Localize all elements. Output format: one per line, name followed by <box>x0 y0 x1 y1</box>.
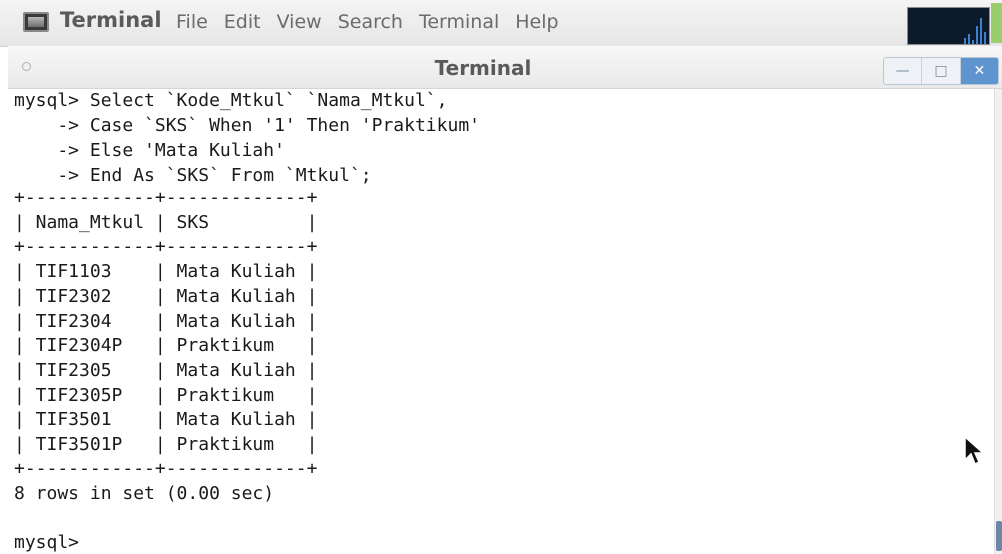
vertical-scrollbar[interactable] <box>994 89 1002 554</box>
table-header-row: | Nama_Mtkul | SKS | <box>14 212 318 233</box>
table-row: | TIF2304 | Mata Kuliah | <box>14 311 318 332</box>
scrollbar-thumb[interactable] <box>996 521 1002 551</box>
result-summary: 8 rows in set (0.00 sec) <box>14 483 275 504</box>
mouse-pointer-icon <box>964 436 985 466</box>
table-row: | TIF3501 | Mata Kuliah | <box>14 409 318 430</box>
terminal-output[interactable]: mysql> Select `Kode_Mtkul` `Nama_Mtkul`,… <box>8 89 994 554</box>
system-monitor-icon[interactable] <box>907 7 990 45</box>
table-border: +------------+-------------+ <box>14 458 318 479</box>
menu-view[interactable]: View <box>277 11 322 33</box>
table-border: +------------+-------------+ <box>14 187 318 208</box>
mysql-prompt[interactable]: mysql> <box>14 531 90 554</box>
window-titlebar[interactable]: Terminal — □ ✕ <box>8 46 1002 89</box>
terminal-line: -> Case `SKS` When '1' Then 'Praktikum' <box>14 115 480 136</box>
table-row: | TIF3501P | Praktikum | <box>14 434 318 455</box>
table-border: +------------+-------------+ <box>14 236 318 257</box>
table-row: | TIF2305P | Praktikum | <box>14 385 318 406</box>
menu-bar: Terminal File Edit View Search Terminal … <box>0 0 1002 47</box>
terminal-line: -> Else 'Mata Kuliah' <box>14 140 285 161</box>
menu-edit[interactable]: Edit <box>224 11 261 33</box>
menu-items: File Edit View Search Terminal Help <box>176 11 559 33</box>
menu-help[interactable]: Help <box>515 11 558 33</box>
menu-file[interactable]: File <box>176 11 208 33</box>
panel-edge-indicator <box>991 3 1002 43</box>
window-controls: — □ ✕ <box>883 57 999 85</box>
menu-search[interactable]: Search <box>338 11 403 33</box>
menu-terminal[interactable]: Terminal <box>419 11 499 33</box>
table-row: | TIF2304P | Praktikum | <box>14 335 318 356</box>
terminal-window: Terminal — □ ✕ mysql> Select `Kode_Mtkul… <box>8 46 1002 554</box>
app-menu-title[interactable]: Terminal <box>60 8 162 32</box>
terminal-line: mysql> Select `Kode_Mtkul` `Nama_Mtkul`, <box>14 90 448 111</box>
close-button[interactable]: ✕ <box>960 58 998 84</box>
table-row: | TIF2305 | Mata Kuliah | <box>14 360 318 381</box>
table-row: | TIF2302 | Mata Kuliah | <box>14 286 318 307</box>
maximize-button[interactable]: □ <box>922 58 961 84</box>
terminal-line: -> End As `SKS` From `Mtkul`; <box>14 165 372 186</box>
minimize-button[interactable]: — <box>884 58 923 84</box>
terminal-icon <box>23 12 49 32</box>
table-row: | TIF1103 | Mata Kuliah | <box>14 261 318 282</box>
window-title: Terminal <box>434 56 532 80</box>
